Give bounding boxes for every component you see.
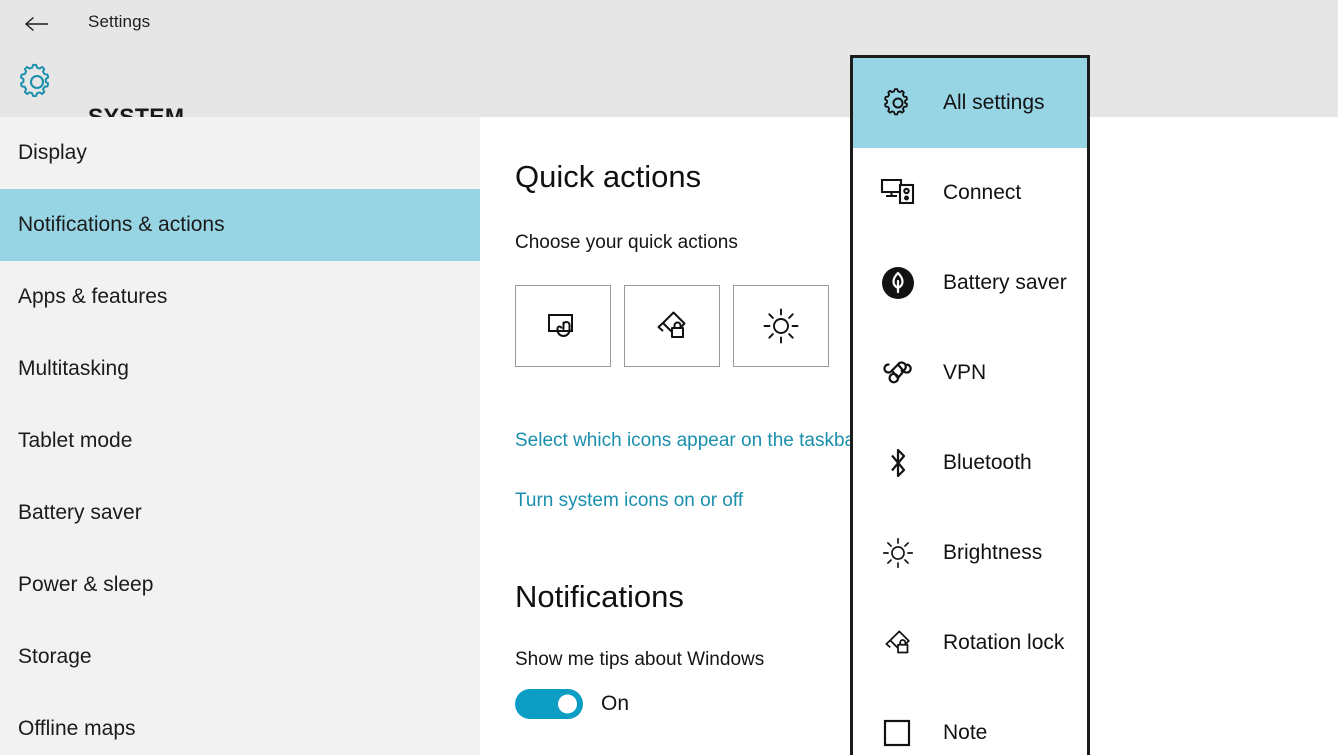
sidebar-item-power-sleep[interactable]: Power & sleep (0, 549, 480, 621)
flyout-item-label: Brightness (943, 541, 1043, 564)
toggle-knob (558, 694, 577, 714)
rotation-lock-tile[interactable] (624, 285, 720, 367)
system-icons-link[interactable]: Turn system icons on or off (515, 490, 743, 512)
tablet-mode-icon (541, 304, 585, 348)
brightness-tile[interactable] (733, 285, 829, 367)
flyout-item-battery-saver[interactable]: Battery saver (853, 238, 1087, 328)
sidebar-item-apps-features[interactable]: Apps & features (0, 261, 480, 333)
settings-sidebar: Display Notifications & actions Apps & f… (0, 117, 480, 755)
sidebar-item-label: Apps & features (18, 285, 168, 308)
back-button[interactable] (14, 6, 58, 42)
flyout-item-brightness[interactable]: Brightness (853, 508, 1087, 598)
page-header: SYSTEM (0, 48, 1338, 130)
flyout-item-vpn[interactable]: VPN (853, 328, 1087, 418)
flyout-item-label: Bluetooth (943, 451, 1032, 474)
action-center-flyout: All settings Connect Battery saver VPN B… (850, 55, 1090, 755)
flyout-item-label: Battery saver (943, 271, 1067, 294)
sidebar-item-label: Storage (18, 645, 92, 668)
quick-action-tiles (515, 285, 829, 367)
sidebar-item-label: Power & sleep (18, 573, 154, 596)
gear-icon (875, 86, 921, 120)
sidebar-item-multitasking[interactable]: Multitasking (0, 333, 480, 405)
rotation-lock-icon (875, 624, 921, 662)
sidebar-item-label: Notifications & actions (18, 213, 225, 236)
sidebar-item-battery-saver[interactable]: Battery saver (0, 477, 480, 549)
quick-actions-heading: Quick actions (515, 159, 702, 194)
flyout-item-label: Note (943, 721, 988, 744)
brightness-icon (875, 534, 921, 572)
back-arrow-icon (23, 14, 49, 34)
battery-saver-leaf-icon (875, 266, 921, 300)
flyout-item-note[interactable]: Note (853, 688, 1087, 755)
show-tips-toggle[interactable] (515, 689, 583, 719)
brightness-icon (759, 304, 803, 348)
sidebar-item-offline-maps[interactable]: Offline maps (0, 693, 480, 755)
flyout-item-label: All settings (943, 91, 1045, 114)
sidebar-item-label: Battery saver (18, 501, 142, 524)
tablet-mode-tile[interactable] (515, 285, 611, 367)
quick-actions-description: Choose your quick actions (515, 232, 738, 253)
sidebar-item-label: Tablet mode (18, 429, 133, 452)
sidebar-item-storage[interactable]: Storage (0, 621, 480, 693)
settings-window: Settings SYSTEM Display Notifications & … (0, 0, 1338, 755)
window-title: Settings (88, 12, 151, 31)
flyout-item-all-settings[interactable]: All settings (853, 58, 1087, 148)
flyout-item-rotation-lock[interactable]: Rotation lock (853, 598, 1087, 688)
connect-icon (875, 177, 921, 209)
show-tips-label: Show me tips about Windows (515, 649, 765, 670)
select-icons-link[interactable]: Select which icons appear on the taskbar (515, 430, 861, 452)
vpn-icon (875, 358, 921, 388)
gear-icon (16, 61, 58, 103)
sidebar-item-label: Multitasking (18, 357, 129, 380)
flyout-item-connect[interactable]: Connect (853, 148, 1087, 238)
sidebar-item-label: Offline maps (18, 717, 136, 740)
flyout-item-bluetooth[interactable]: Bluetooth (853, 418, 1087, 508)
sidebar-item-tablet-mode[interactable]: Tablet mode (0, 405, 480, 477)
flyout-item-label: Connect (943, 181, 1022, 204)
sidebar-item-notifications-actions[interactable]: Notifications & actions (0, 189, 480, 261)
sidebar-item-display[interactable]: Display (0, 117, 480, 189)
flyout-item-label: VPN (943, 361, 987, 384)
flyout-item-label: Rotation lock (943, 631, 1065, 654)
title-bar: Settings (0, 0, 1338, 48)
notifications-heading: Notifications (515, 579, 684, 614)
toggle-state-label: On (601, 692, 630, 715)
rotation-lock-icon (650, 304, 694, 348)
show-tips-toggle-row: On (515, 689, 629, 719)
bluetooth-icon (875, 445, 921, 481)
note-icon (875, 718, 921, 748)
sidebar-item-label: Display (18, 141, 87, 164)
